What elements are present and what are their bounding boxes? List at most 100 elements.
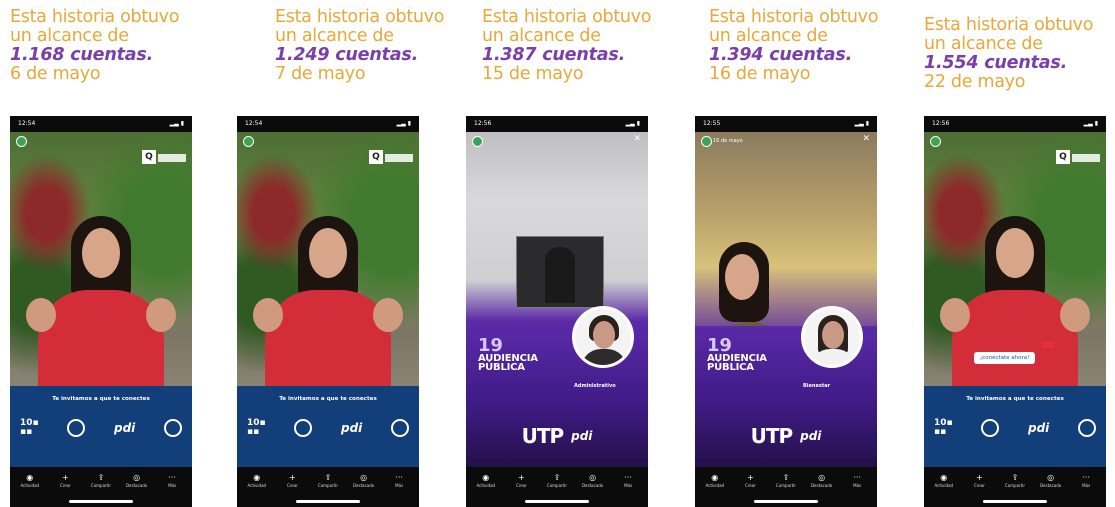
nav-mas[interactable]: ··· Más (840, 473, 874, 489)
profile-avatar-icon[interactable] (472, 136, 483, 147)
story-action-bar: ◉ Actividad + Crear ⇪ Compartir ◎ Destacado … (466, 467, 648, 507)
nav-compartir[interactable]: ⇪ Compartir (84, 473, 118, 489)
event-title: 19 AUDIENCIA PÚBLICA (478, 335, 538, 373)
nav-crear[interactable]: + Crear (275, 473, 309, 489)
share-icon: ⇪ (1011, 473, 1019, 482)
utp-logo-row: UTP pdi (695, 424, 877, 448)
nav-actividad[interactable]: ◉ Actividad (927, 473, 961, 489)
nav-destacado[interactable]: ◎ Destacado (347, 473, 381, 489)
battery-icon: ▂▃ ▮ (396, 120, 411, 127)
profile-avatar-icon[interactable] (243, 136, 254, 147)
nav-actividad[interactable]: ◉ Actividad (469, 473, 503, 489)
story-caption: Esta historia obtuvo un alcance de 1.168… (10, 8, 179, 84)
nav-mas[interactable]: ··· Más (155, 473, 189, 489)
plus-icon: + (747, 473, 754, 482)
profile-avatar-icon[interactable] (930, 136, 941, 147)
eye-icon: ◉ (711, 473, 719, 482)
nav-crear[interactable]: + Crear (48, 473, 82, 489)
seal-icon (1077, 419, 1096, 437)
nav-compartir[interactable]: ⇪ Compartir (311, 473, 345, 489)
status-time: 12:54 (245, 120, 263, 127)
story-action-bar: ◉ Actividad + Crear ⇪ Compartir ◎ Destacado … (924, 467, 1106, 507)
nav-destacado[interactable]: ◎ Destacado (805, 473, 839, 489)
plus-icon: + (518, 473, 525, 482)
pdi-logo-icon: pdi (571, 429, 593, 443)
speaker-info: Administrativo (574, 384, 638, 389)
reach-count: 1.554 cuentas. (924, 53, 1068, 73)
banner-title: Te invitamos a que te conectes (279, 396, 377, 402)
university-seal-icon (294, 419, 313, 437)
status-bar: 12:54 ▂▃ ▮ (10, 116, 192, 132)
q-badge-icon: Q (369, 150, 383, 164)
caption-line: Esta historia obtuvo (10, 7, 180, 27)
audiencia-logo-icon: 10▪ ▪▪ (247, 418, 266, 437)
profile-avatar-icon[interactable] (16, 136, 27, 147)
highlight-icon: ◎ (360, 473, 368, 482)
profile-avatar-icon[interactable] (701, 136, 712, 147)
eye-icon: ◉ (26, 473, 34, 482)
story-date: 15 de mayo (482, 64, 584, 84)
nav-actividad[interactable]: ◉ Actividad (698, 473, 732, 489)
nav-compartir[interactable]: ⇪ Compartir (540, 473, 574, 489)
invite-banner: Te invitamos a que te conectes 10▪ ▪▪ pdi (924, 386, 1106, 468)
video-inset (516, 236, 604, 308)
audiencia-logo-icon: 10▪ ▪▪ (20, 418, 39, 437)
story-column-4: Esta historia obtuvo un alcance de 1.394… (695, 0, 895, 507)
story-screenshot: 12:56 ▂▃ ▮ ✕ 19 AUDIENCIA PÚBLICA Admini… (466, 116, 648, 507)
speaker-figure (253, 202, 403, 402)
live-badge (1042, 342, 1054, 348)
nav-actividad[interactable]: ◉ Actividad (13, 473, 47, 489)
story-caption: Esta historia obtuvo un alcance de 1.394… (709, 8, 878, 84)
nav-compartir[interactable]: ⇪ Compartir (998, 473, 1032, 489)
nav-crear[interactable]: + Crear (962, 473, 996, 489)
status-time: 12:54 (18, 120, 36, 127)
partner-logos: 10▪ ▪▪ pdi (247, 416, 409, 440)
story-action-bar: ◉ Actividad + Crear ⇪ Compartir ◎ Destacado … (695, 467, 877, 507)
story-caption: Esta historia obtuvo un alcance de 1.387… (482, 8, 651, 84)
story-screenshot: 12:54 ▂▃ ▮ Q Te invitamos a que te conec… (237, 116, 419, 507)
caption-line: un alcance de (482, 26, 601, 46)
more-icon: ··· (395, 473, 403, 482)
plus-icon: + (62, 473, 69, 482)
battery-icon: ▂▃ ▮ (854, 120, 869, 127)
nav-actividad[interactable]: ◉ Actividad (240, 473, 274, 489)
nav-crear[interactable]: + Crear (733, 473, 767, 489)
nav-mas[interactable]: ··· Más (611, 473, 645, 489)
story-date: 6 de mayo (10, 64, 101, 84)
accreditation-badge (158, 154, 186, 162)
nav-destacado[interactable]: ◎ Destacado (1034, 473, 1068, 489)
home-indicator (69, 500, 133, 503)
banner-title: Te invitamos a que te conectes (966, 396, 1064, 402)
eye-icon: ◉ (253, 473, 261, 482)
pdi-logo-icon: pdi (800, 429, 822, 443)
utp-logo-icon: UTP (750, 424, 794, 448)
share-icon: ⇪ (553, 473, 561, 482)
story-column-5: Esta historia obtuvo un alcance de 1.554… (924, 0, 1115, 507)
nav-mas[interactable]: ··· Más (1069, 473, 1103, 489)
nav-destacado[interactable]: ◎ Destacado (576, 473, 610, 489)
nav-crear[interactable]: + Crear (504, 473, 538, 489)
nav-destacado[interactable]: ◎ Destacado (120, 473, 154, 489)
close-icon[interactable]: ✕ (633, 134, 641, 144)
speaker-figure (940, 202, 1090, 402)
caption-line: Esta historia obtuvo (482, 7, 652, 27)
presenter-figure (545, 247, 575, 303)
invite-banner: Te invitamos a que te conectes 10▪ ▪▪ pdi (10, 386, 192, 468)
speaker-figure (26, 202, 176, 402)
nav-compartir[interactable]: ⇪ Compartir (769, 473, 803, 489)
status-bar: 12:56 ▂▃ ▮ (466, 116, 648, 132)
nav-mas[interactable]: ··· Más (382, 473, 416, 489)
caption-line: un alcance de (10, 26, 129, 46)
eye-icon: ◉ (940, 473, 948, 482)
close-icon[interactable]: ✕ (862, 134, 870, 144)
status-time: 12:55 (703, 120, 721, 127)
home-indicator (983, 500, 1047, 503)
status-time: 12:56 (932, 120, 950, 127)
caption-line: Esta historia obtuvo (275, 7, 445, 27)
share-icon: ⇪ (782, 473, 790, 482)
seal-icon (163, 419, 182, 437)
connect-now-sticker[interactable]: ¡conéctate ahora! (974, 352, 1036, 364)
status-bar: 12:55 ▂▃ ▮ (695, 116, 877, 132)
university-seal-icon (67, 419, 86, 437)
reach-count: 1.387 cuentas. (482, 45, 626, 65)
